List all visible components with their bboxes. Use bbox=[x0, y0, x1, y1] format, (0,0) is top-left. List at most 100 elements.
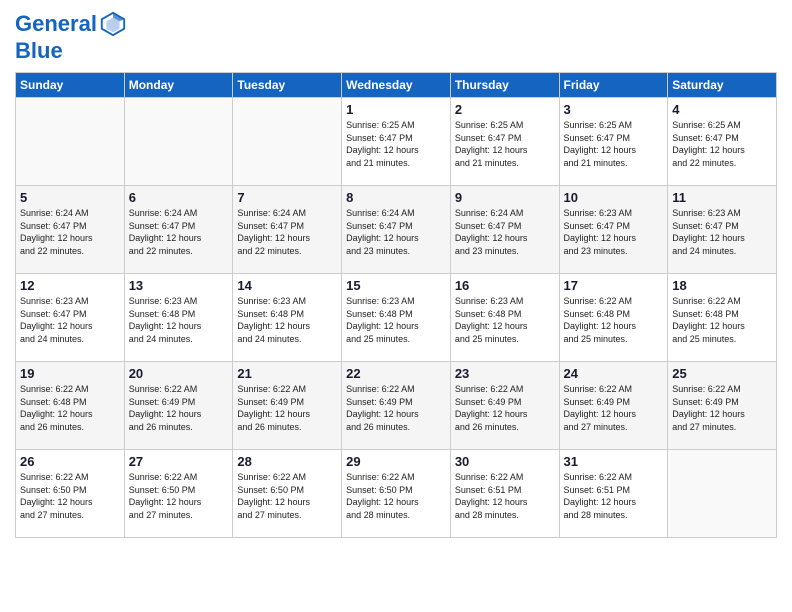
week-row-1: 1Sunrise: 6:25 AM Sunset: 6:47 PM Daylig… bbox=[16, 98, 777, 186]
day-info: Sunrise: 6:22 AM Sunset: 6:50 PM Dayligh… bbox=[237, 471, 337, 521]
day-number: 21 bbox=[237, 366, 337, 381]
day-info: Sunrise: 6:24 AM Sunset: 6:47 PM Dayligh… bbox=[346, 207, 446, 257]
day-info: Sunrise: 6:23 AM Sunset: 6:48 PM Dayligh… bbox=[346, 295, 446, 345]
day-number: 2 bbox=[455, 102, 555, 117]
weekday-header-sunday: Sunday bbox=[16, 73, 125, 98]
calendar-cell: 20 Sunrise: 6:22 AM Sunset: 6:49 PM Dayli… bbox=[124, 362, 233, 450]
day-number: 31 bbox=[564, 454, 664, 469]
day-info: Sunrise: 6:23 AM Sunset: 6:47 PM Dayligh… bbox=[20, 295, 120, 345]
day-number: 4 bbox=[672, 102, 772, 117]
calendar-cell: 17 Sunrise: 6:22 AM Sunset: 6:48 PM Dayli… bbox=[559, 274, 668, 362]
calendar-cell: 9 Sunrise: 6:24 AM Sunset: 6:47 PM Daylig… bbox=[450, 186, 559, 274]
day-info: Sunrise: 6:22 AM Sunset: 6:48 PM Dayligh… bbox=[672, 295, 772, 345]
calendar-cell: 21 Sunrise: 6:22 AM Sunset: 6:49 PM Dayli… bbox=[233, 362, 342, 450]
day-number: 17 bbox=[564, 278, 664, 293]
calendar-cell: 25Sunrise: 6:22 AM Sunset: 6:49 PM Dayli… bbox=[668, 362, 777, 450]
day-number: 18 bbox=[672, 278, 772, 293]
day-info: Sunrise: 6:23 AM Sunset: 6:48 PM Dayligh… bbox=[129, 295, 229, 345]
day-number: 3 bbox=[564, 102, 664, 117]
calendar-cell: 23Sunrise: 6:22 AM Sunset: 6:49 PM Dayli… bbox=[450, 362, 559, 450]
day-number: 10 bbox=[564, 190, 664, 205]
calendar-cell: 30 Sunrise: 6:22 AM Sunset: 6:51 PM Dayli… bbox=[450, 450, 559, 538]
day-number: 30 bbox=[455, 454, 555, 469]
calendar-cell: 19 Sunrise: 6:22 AM Sunset: 6:48 PM Dayli… bbox=[16, 362, 125, 450]
calendar-cell: 3 Sunrise: 6:25 AM Sunset: 6:47 PM Daylig… bbox=[559, 98, 668, 186]
calendar-cell: 28 Sunrise: 6:22 AM Sunset: 6:50 PM Dayli… bbox=[233, 450, 342, 538]
week-row-4: 19 Sunrise: 6:22 AM Sunset: 6:48 PM Dayli… bbox=[16, 362, 777, 450]
day-info: Sunrise: 6:22 AM Sunset: 6:48 PM Dayligh… bbox=[20, 383, 120, 433]
day-info: Sunrise: 6:25 AM Sunset: 6:47 PM Dayligh… bbox=[672, 119, 772, 169]
day-info: Sunrise: 6:22 AM Sunset: 6:51 PM Dayligh… bbox=[564, 471, 664, 521]
day-info: Sunrise: 6:22 AM Sunset: 6:49 PM Dayligh… bbox=[129, 383, 229, 433]
week-row-5: 26Sunrise: 6:22 AM Sunset: 6:50 PM Dayli… bbox=[16, 450, 777, 538]
calendar-cell: 27Sunrise: 6:22 AM Sunset: 6:50 PM Dayli… bbox=[124, 450, 233, 538]
day-number: 13 bbox=[129, 278, 229, 293]
day-info: Sunrise: 6:22 AM Sunset: 6:51 PM Dayligh… bbox=[455, 471, 555, 521]
day-info: Sunrise: 6:24 AM Sunset: 6:47 PM Dayligh… bbox=[20, 207, 120, 257]
logo-icon bbox=[99, 10, 127, 38]
day-info: Sunrise: 6:22 AM Sunset: 6:49 PM Dayligh… bbox=[237, 383, 337, 433]
calendar-table: SundayMondayTuesdayWednesdayThursdayFrid… bbox=[15, 72, 777, 538]
day-number: 29 bbox=[346, 454, 446, 469]
day-info: Sunrise: 6:24 AM Sunset: 6:47 PM Dayligh… bbox=[455, 207, 555, 257]
day-number: 8 bbox=[346, 190, 446, 205]
day-number: 14 bbox=[237, 278, 337, 293]
calendar-cell bbox=[668, 450, 777, 538]
calendar-cell: 18 Sunrise: 6:22 AM Sunset: 6:48 PM Dayli… bbox=[668, 274, 777, 362]
day-info: Sunrise: 6:22 AM Sunset: 6:48 PM Dayligh… bbox=[564, 295, 664, 345]
day-number: 7 bbox=[237, 190, 337, 205]
day-info: Sunrise: 6:24 AM Sunset: 6:47 PM Dayligh… bbox=[129, 207, 229, 257]
day-info: Sunrise: 6:22 AM Sunset: 6:49 PM Dayligh… bbox=[346, 383, 446, 433]
weekday-header-thursday: Thursday bbox=[450, 73, 559, 98]
calendar-cell: 22 Sunrise: 6:22 AM Sunset: 6:49 PM Dayli… bbox=[342, 362, 451, 450]
calendar-cell: 26Sunrise: 6:22 AM Sunset: 6:50 PM Dayli… bbox=[16, 450, 125, 538]
day-info: Sunrise: 6:23 AM Sunset: 6:48 PM Dayligh… bbox=[237, 295, 337, 345]
calendar-cell: 10Sunrise: 6:23 AM Sunset: 6:47 PM Dayli… bbox=[559, 186, 668, 274]
day-number: 27 bbox=[129, 454, 229, 469]
calendar-cell: 29 Sunrise: 6:22 AM Sunset: 6:50 PM Dayli… bbox=[342, 450, 451, 538]
calendar-cell bbox=[16, 98, 125, 186]
day-info: Sunrise: 6:23 AM Sunset: 6:47 PM Dayligh… bbox=[672, 207, 772, 257]
day-number: 22 bbox=[346, 366, 446, 381]
day-number: 5 bbox=[20, 190, 120, 205]
day-number: 6 bbox=[129, 190, 229, 205]
day-number: 20 bbox=[129, 366, 229, 381]
day-number: 9 bbox=[455, 190, 555, 205]
logo-line1: General bbox=[15, 10, 127, 38]
calendar-cell: 12 Sunrise: 6:23 AM Sunset: 6:47 PM Dayli… bbox=[16, 274, 125, 362]
calendar-cell: 31 Sunrise: 6:22 AM Sunset: 6:51 PM Dayli… bbox=[559, 450, 668, 538]
calendar-cell: 16 Sunrise: 6:23 AM Sunset: 6:48 PM Dayli… bbox=[450, 274, 559, 362]
day-info: Sunrise: 6:22 AM Sunset: 6:49 PM Dayligh… bbox=[564, 383, 664, 433]
day-number: 19 bbox=[20, 366, 120, 381]
weekday-header-wednesday: Wednesday bbox=[342, 73, 451, 98]
header: General Blue bbox=[15, 10, 777, 64]
week-row-3: 12 Sunrise: 6:23 AM Sunset: 6:47 PM Dayli… bbox=[16, 274, 777, 362]
weekday-header-saturday: Saturday bbox=[668, 73, 777, 98]
day-number: 12 bbox=[20, 278, 120, 293]
day-info: Sunrise: 6:23 AM Sunset: 6:48 PM Dayligh… bbox=[455, 295, 555, 345]
calendar-cell: 24 Sunrise: 6:22 AM Sunset: 6:49 PM Dayli… bbox=[559, 362, 668, 450]
logo-general: General bbox=[15, 11, 97, 37]
day-info: Sunrise: 6:22 AM Sunset: 6:50 PM Dayligh… bbox=[346, 471, 446, 521]
day-number: 11 bbox=[672, 190, 772, 205]
calendar-cell: 7Sunrise: 6:24 AM Sunset: 6:47 PM Daylig… bbox=[233, 186, 342, 274]
calendar-cell bbox=[233, 98, 342, 186]
day-info: Sunrise: 6:22 AM Sunset: 6:50 PM Dayligh… bbox=[20, 471, 120, 521]
weekday-header-monday: Monday bbox=[124, 73, 233, 98]
day-number: 28 bbox=[237, 454, 337, 469]
calendar-cell: 5 Sunrise: 6:24 AM Sunset: 6:47 PM Daylig… bbox=[16, 186, 125, 274]
calendar-cell: 8 Sunrise: 6:24 AM Sunset: 6:47 PM Daylig… bbox=[342, 186, 451, 274]
calendar-cell: 1Sunrise: 6:25 AM Sunset: 6:47 PM Daylig… bbox=[342, 98, 451, 186]
calendar-cell: 4 Sunrise: 6:25 AM Sunset: 6:47 PM Daylig… bbox=[668, 98, 777, 186]
day-number: 15 bbox=[346, 278, 446, 293]
day-info: Sunrise: 6:25 AM Sunset: 6:47 PM Dayligh… bbox=[346, 119, 446, 169]
day-number: 16 bbox=[455, 278, 555, 293]
calendar-cell: 11 Sunrise: 6:23 AM Sunset: 6:47 PM Dayli… bbox=[668, 186, 777, 274]
weekday-header-tuesday: Tuesday bbox=[233, 73, 342, 98]
day-info: Sunrise: 6:22 AM Sunset: 6:49 PM Dayligh… bbox=[672, 383, 772, 433]
day-info: Sunrise: 6:25 AM Sunset: 6:47 PM Dayligh… bbox=[564, 119, 664, 169]
weekday-header-friday: Friday bbox=[559, 73, 668, 98]
calendar-cell bbox=[124, 98, 233, 186]
day-number: 24 bbox=[564, 366, 664, 381]
page-container: General Blue SundayMondayTuesdayWednesda… bbox=[0, 0, 792, 548]
